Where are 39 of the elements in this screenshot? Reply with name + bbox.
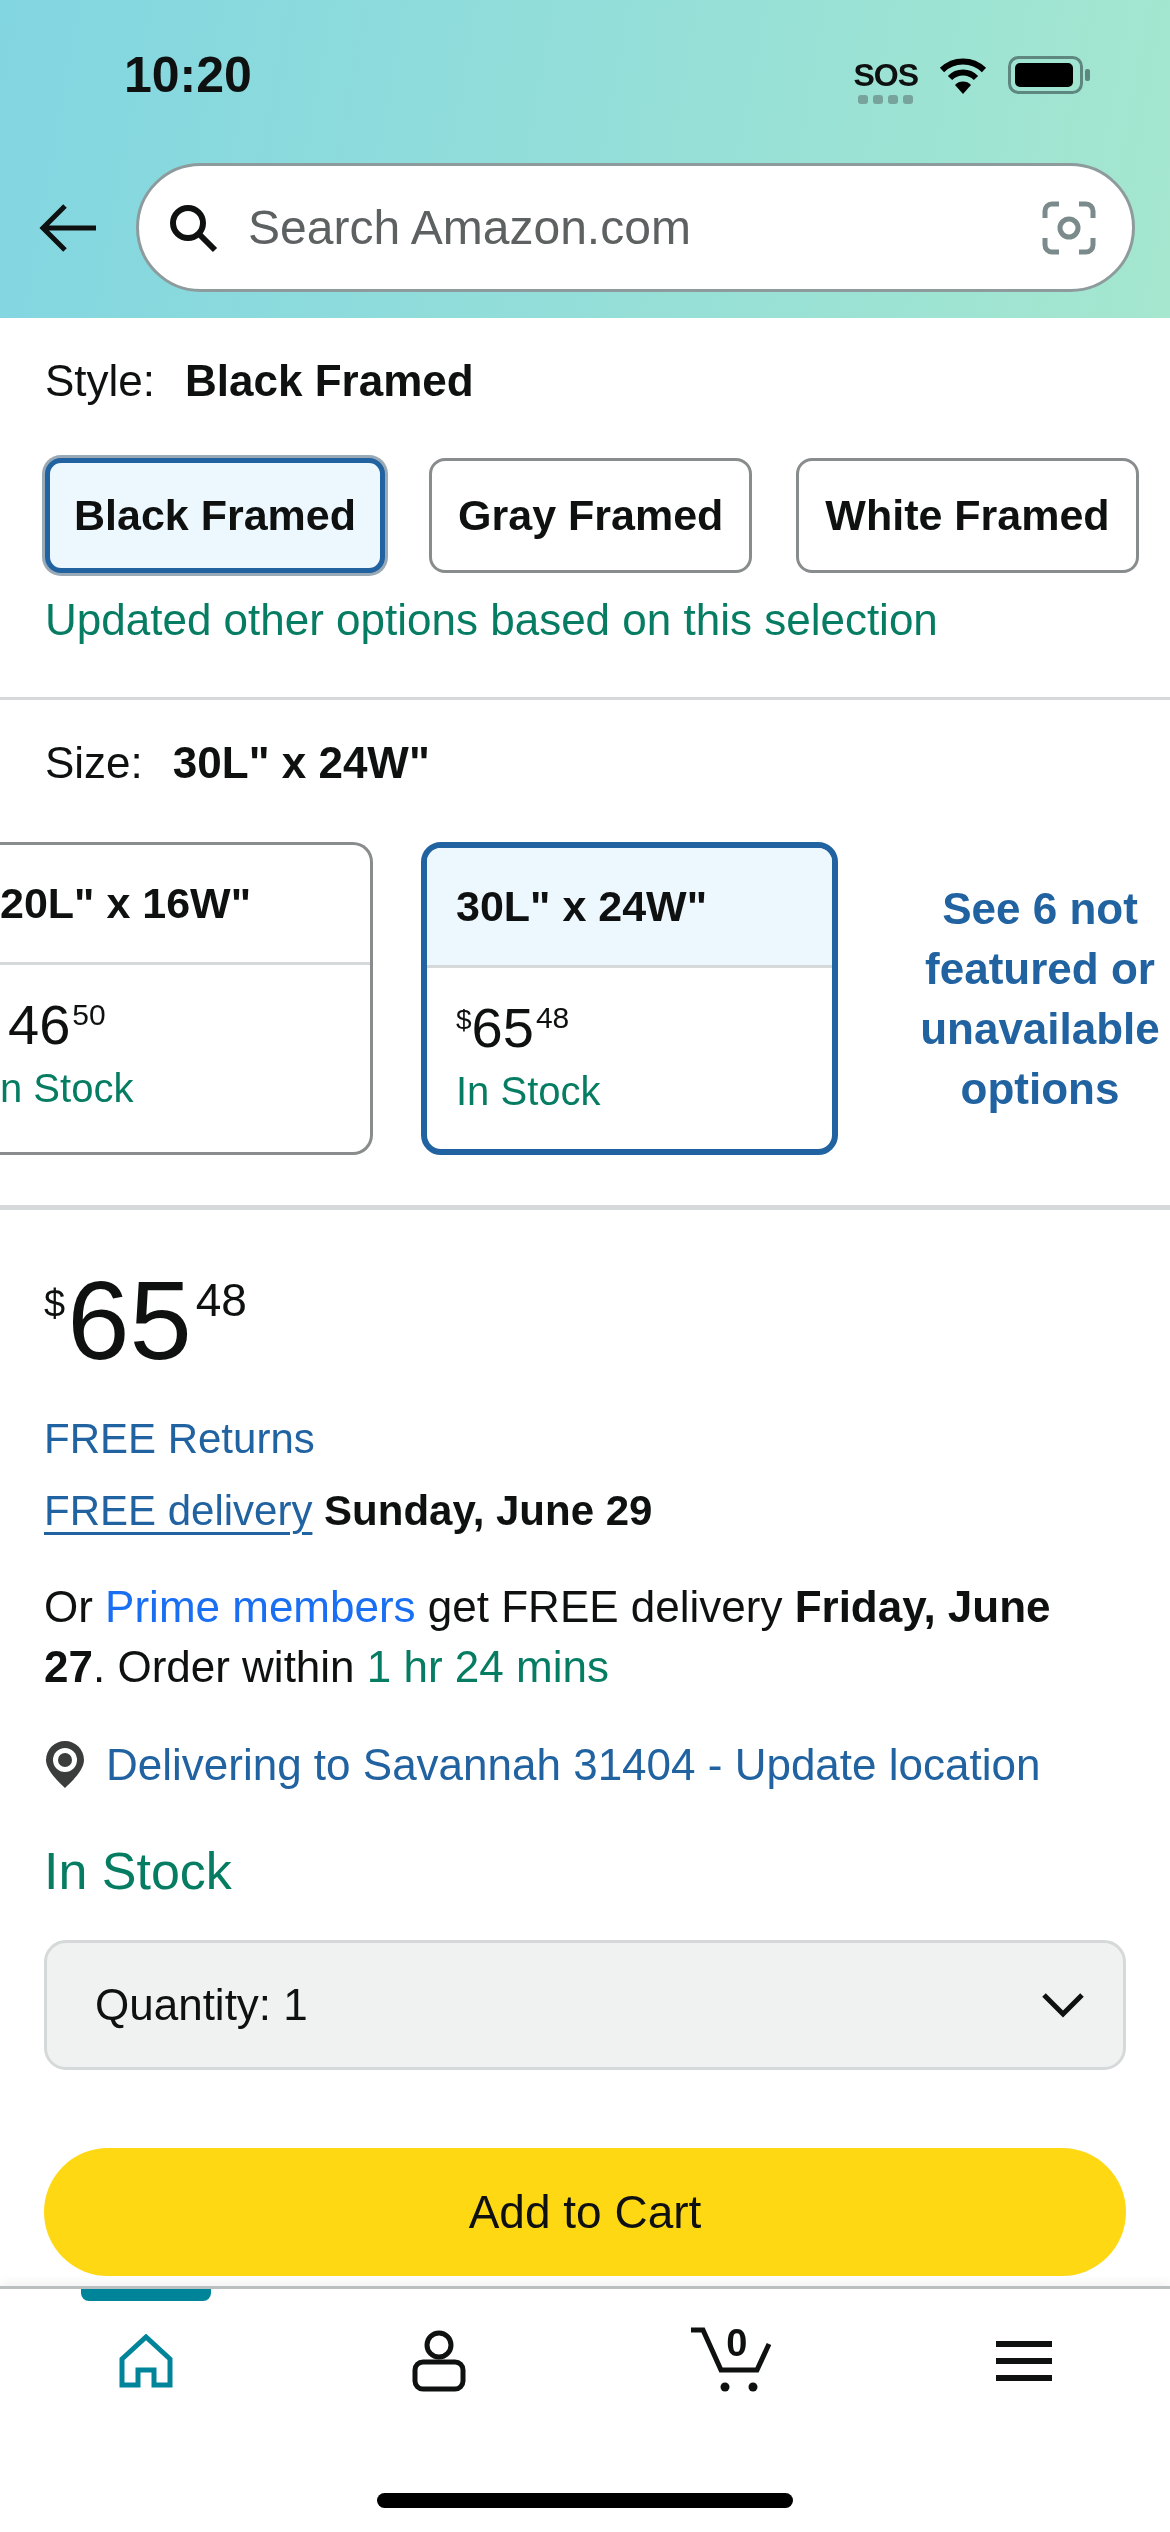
- stock-status: In Stock: [44, 1841, 232, 1901]
- style-value: Black Framed: [185, 355, 474, 407]
- style-option[interactable]: White Framed: [796, 458, 1139, 573]
- search-field[interactable]: Search Amazon.com: [136, 163, 1135, 292]
- style-option[interactable]: Gray Framed: [429, 458, 753, 573]
- search-input[interactable]: Search Amazon.com: [248, 200, 1012, 255]
- back-arrow-icon[interactable]: [38, 202, 98, 253]
- style-label: Style:: [45, 355, 156, 407]
- chevron-down-icon: [1041, 1992, 1085, 2018]
- size-option-label: 20L" x 16W": [0, 879, 252, 928]
- selection-note: Updated other options based on this selection: [45, 594, 938, 646]
- option-stock-status: In Stock: [456, 1068, 601, 1115]
- cart-count: 0: [726, 2324, 748, 2362]
- search-icon: [168, 202, 218, 253]
- home-icon: [118, 2334, 175, 2388]
- menu-icon: [995, 2341, 1052, 2381]
- location-link[interactable]: Delivering to Savannah 31404 - Update location: [106, 1740, 1041, 1790]
- cart-tab[interactable]: 0: [666, 2289, 797, 2409]
- size-value: 30L" x 24W": [172, 737, 430, 789]
- viewfinder-icon[interactable]: [1042, 200, 1096, 255]
- quantity-dropdown[interactable]: Quantity: 1: [44, 1940, 1126, 2070]
- option-stock-status: n Stock: [0, 1065, 134, 1112]
- add-to-cart-button[interactable]: Add to Cart: [44, 2148, 1126, 2276]
- status-time: 10:20: [124, 50, 252, 100]
- free-returns-link[interactable]: FREE Returns: [44, 1412, 315, 1466]
- delivery-line: FREE delivery Sunday, June 29: [44, 1486, 653, 1536]
- signal-dots-icon: [857, 94, 914, 104]
- battery-icon: [1008, 56, 1090, 94]
- free-delivery-link[interactable]: FREE delivery: [44, 1487, 313, 1534]
- wifi-icon: [938, 55, 988, 95]
- size-option-label: 30L" x 24W": [456, 882, 708, 931]
- size-label: Size:: [45, 737, 143, 789]
- prime-members-link[interactable]: Prime members: [105, 1582, 416, 1631]
- sos-label: SOS: [853, 58, 918, 91]
- person-icon: [410, 2330, 467, 2392]
- style-option[interactable]: Black Framed: [45, 458, 386, 573]
- location-pin-icon: [44, 1741, 86, 1789]
- prime-delivery-text: Or Prime members get FREE delivery Friday, June 27. Order within 1 hr 24 mins: [44, 1581, 1052, 1693]
- more-options-link[interactable]: See 6 not featured or unavailable options: [904, 878, 1170, 1119]
